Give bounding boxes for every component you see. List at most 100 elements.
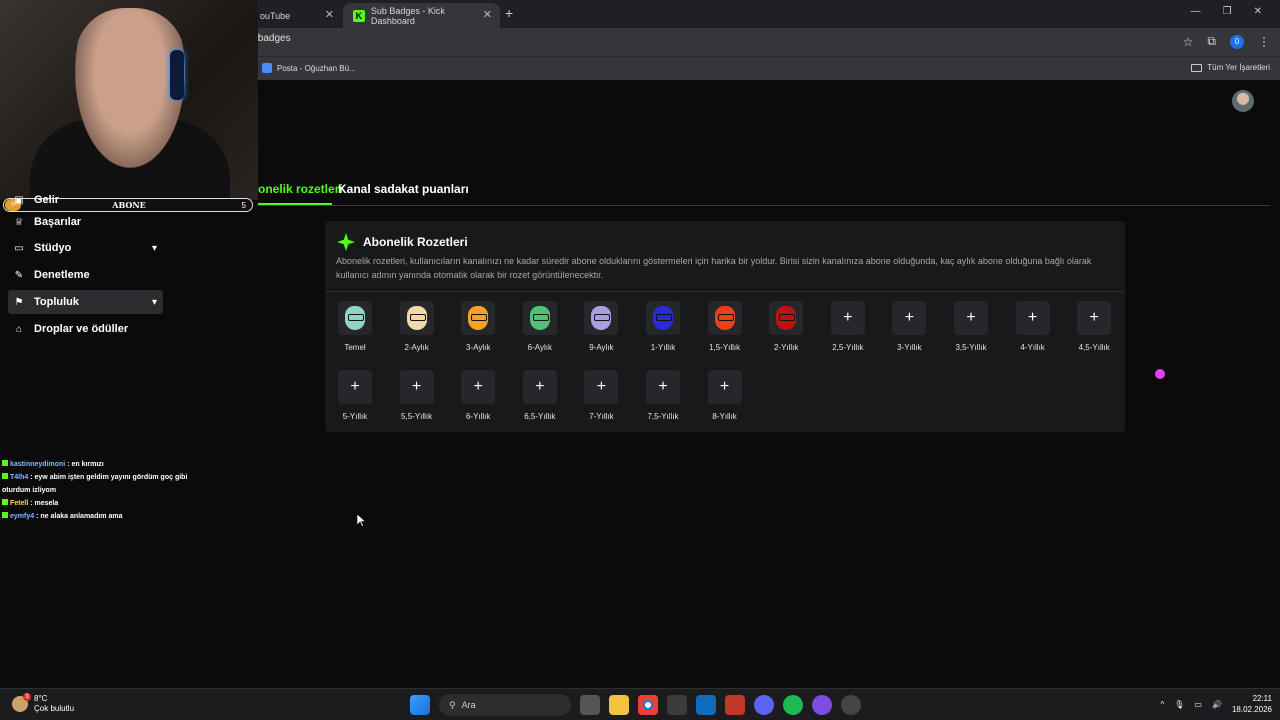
microphone-icon[interactable]: 🎙 [1174,700,1184,709]
extensions-icon[interactable]: ⧉ [1207,34,1216,49]
add-badge-button[interactable]: + [584,370,619,404]
clock[interactable]: 22:11 18.02.2026 [1232,693,1272,715]
badge-face-icon [714,306,735,330]
badge-slot[interactable]: 1,5-Yıllık [695,301,755,352]
store-icon[interactable] [667,695,687,715]
new-tab-icon[interactable]: + [505,5,513,21]
chrome-icon[interactable] [638,695,658,715]
user-avatar[interactable] [1232,90,1254,112]
chevron-down-icon: ▾ [151,242,157,254]
badge-slot[interactable]: +3,5-Yıllık [941,301,1001,352]
tab-loyalty-points[interactable]: Kanal sadakat puanları [338,182,469,196]
sidebar-item-droplar[interactable]: ⌂ Droplar ve ödüller [8,317,163,341]
bookmark-posta[interactable]: Posta - Oğuzhan Bü... [262,63,356,73]
add-badge-button[interactable]: + [646,370,680,404]
badge-slot[interactable]: +7-Yıllık [571,370,631,421]
all-bookmarks[interactable]: Tüm Yer İşaretleri [1191,63,1270,72]
badge-slot[interactable]: +5-Yıllık [325,370,385,421]
badge-slot[interactable]: +6,5-Yıllık [510,370,570,421]
plus-icon: + [473,378,483,395]
display-icon[interactable]: ▭ [1194,700,1202,709]
url-field[interactable]: /badges [255,33,291,44]
sidebar-item-topluluk[interactable]: ⚑ Topluluk ▾ [8,290,163,314]
minimize-icon[interactable]: — [1191,6,1201,17]
browser-tab-youtube[interactable]: ouTube ✕ [250,3,342,28]
card-description: Abonelik rozetleri, kullanıcıların kanal… [336,256,1092,280]
folder-icon [1191,63,1203,72]
badge-image[interactable] [646,301,680,335]
sidebar-item-label: Stüdyo [34,242,72,254]
add-badge-button[interactable]: + [892,301,927,335]
divider [325,291,1125,292]
badge-slot[interactable]: 9-Aylık [571,301,631,352]
volume-icon[interactable]: 🔊 [1212,700,1222,709]
close-tab-icon[interactable]: ✕ [483,8,492,21]
obs-icon[interactable] [812,695,832,715]
plus-icon: + [904,309,915,326]
sidebar-item-denetleme[interactable]: ✎ Denetleme [8,263,163,287]
outlook-icon [262,63,272,73]
badge-slot[interactable]: +3-Yıllık [879,301,939,352]
badge-slot[interactable]: +4,5-Yıllık [1064,301,1124,352]
plus-icon: + [350,378,360,395]
chat-text: : eyw abim işten geldim yayını gördüm go… [2,474,188,494]
menu-icon[interactable]: ⋮ [1258,35,1270,49]
window-controls: — ❐ ✕ [1191,6,1262,17]
weather-widget[interactable]: 8°C Çok bulutlu [12,693,74,714]
discord-icon[interactable] [754,695,774,715]
spotify-icon[interactable] [783,695,803,715]
badge-image[interactable] [399,301,434,335]
badge-slot[interactable]: +8-Yıllık [695,370,755,421]
add-badge-button[interactable]: + [461,370,496,404]
badge-slot[interactable]: Temel [325,301,385,352]
app-icon[interactable] [841,695,861,715]
badge-slot[interactable]: +5,5-Yıllık [387,370,447,421]
profile-icon[interactable]: 0 [1230,34,1244,49]
sidebar-item-gelir[interactable]: ▣ Gelir [8,188,163,212]
browser-tab-kick[interactable]: K Sub Badges - Kick Dashboard ✕ [343,3,500,28]
close-tab-icon[interactable]: ✕ [325,8,334,21]
taskbar-search[interactable]: ⚲ Ara [439,694,571,716]
badge-slot[interactable]: 3-Aylık [448,301,508,352]
badge-image[interactable] [338,301,372,335]
badge-slot[interactable]: 2-Aylık [387,301,447,352]
outlook-icon[interactable] [696,695,716,715]
sparkle-icon [337,233,355,251]
badge-slot[interactable]: +7,5-Yıllık [633,370,693,421]
sidebar-item-basarilar[interactable]: ♕ Başarılar [8,210,163,234]
chevron-up-icon[interactable]: ^ [1161,700,1165,709]
add-badge-button[interactable]: + [830,301,865,335]
kick-badge-icon [2,512,8,518]
add-badge-button[interactable]: + [522,370,557,404]
badge-image[interactable] [461,301,496,335]
plus-icon: + [596,378,607,395]
sidebar-item-studyo[interactable]: ▭ Stüdyo ▾ [8,236,163,260]
add-badge-button[interactable]: + [399,370,434,404]
windows-start-icon[interactable] [410,695,430,715]
tab-subscriber-badges[interactable]: onelik rozetleri [258,182,343,196]
badge-slot[interactable]: 6-Aylık [510,301,570,352]
badge-slot[interactable]: +2,5-Yıllık [818,301,878,352]
file-explorer-icon[interactable] [609,695,629,715]
badge-image[interactable] [707,301,742,335]
badge-slot[interactable]: 2-Yıllık [756,301,816,352]
add-badge-button[interactable]: + [954,301,988,335]
bookmark-star-icon[interactable]: ☆ [1183,35,1194,49]
close-window-icon[interactable]: ✕ [1254,6,1262,17]
badge-image[interactable] [522,301,557,335]
task-view-icon[interactable] [580,695,600,715]
plus-icon: + [658,378,668,395]
badge-image[interactable] [769,301,804,335]
add-badge-button[interactable]: + [1077,301,1112,335]
badge-slot[interactable]: +6-Yıllık [448,370,508,421]
add-badge-button[interactable]: + [1015,301,1050,335]
maximize-icon[interactable]: ❐ [1223,6,1232,17]
badge-slot[interactable]: 1-Yıllık [633,301,693,352]
voicemeeter-icon[interactable] [725,695,745,715]
gift-icon: ⌂ [15,323,23,335]
badge-label: 9-Aylık [589,343,614,352]
badge-image[interactable] [584,301,619,335]
badge-slot[interactable]: +4-Yıllık [1003,301,1063,352]
add-badge-button[interactable]: + [707,370,742,404]
add-badge-button[interactable]: + [338,370,372,404]
